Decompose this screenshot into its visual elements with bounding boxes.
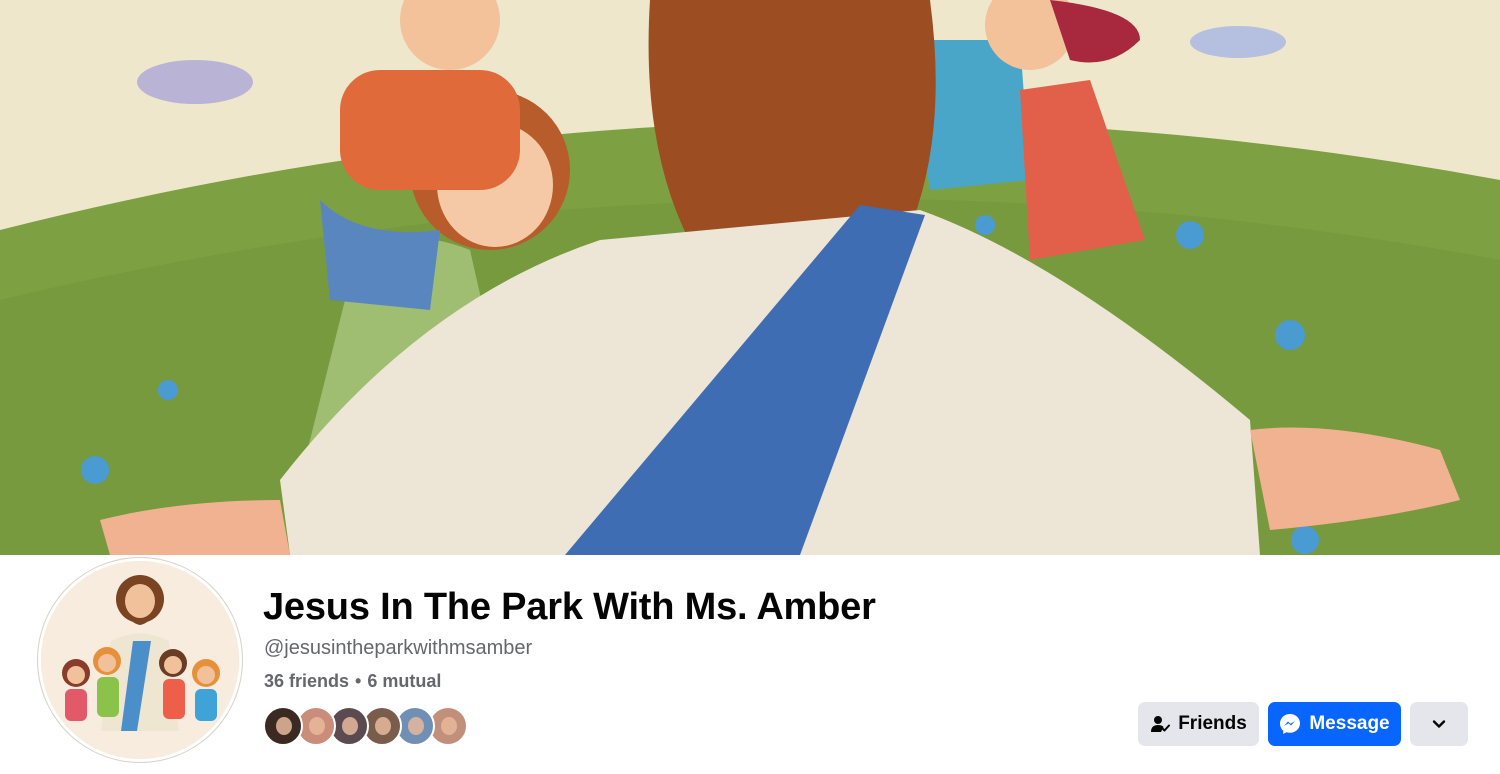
friends-summary: 36 friends • 6 mutual	[264, 671, 441, 692]
messenger-icon	[1279, 713, 1301, 735]
avatar-face	[375, 717, 391, 735]
avatar-face	[309, 717, 325, 735]
avatar-face	[342, 717, 358, 735]
mutual-friends-link[interactable]: 6 mutual	[367, 671, 441, 692]
friends-button-label: Friends	[1178, 713, 1247, 734]
separator-dot: •	[355, 671, 362, 691]
profile-name: Jesus In The Park With Ms. Amber	[263, 586, 876, 628]
cover-photo[interactable]	[0, 0, 1500, 555]
avatar-face	[276, 717, 292, 735]
more-options-button[interactable]	[1410, 702, 1468, 746]
friends-button[interactable]: Friends	[1138, 702, 1259, 746]
friends-count-link[interactable]: 36 friends	[264, 671, 349, 692]
message-button[interactable]: Message	[1268, 702, 1401, 746]
avatar-face	[408, 717, 424, 735]
avatar-face	[441, 717, 457, 735]
message-button-label: Message	[1309, 713, 1390, 734]
profile-actions: Friends Message	[1138, 702, 1468, 746]
profile-picture[interactable]	[38, 558, 242, 762]
person-check-icon	[1150, 714, 1171, 734]
mutual-friend-avatar[interactable]	[263, 706, 303, 746]
mutual-friend-avatars	[263, 706, 468, 746]
profile-handle: @jesusintheparkwithmsamber	[264, 637, 533, 659]
profile-header: Jesus In The Park With Ms. Amber @jesusi…	[0, 555, 1500, 774]
chevron-down-icon	[1431, 716, 1447, 732]
